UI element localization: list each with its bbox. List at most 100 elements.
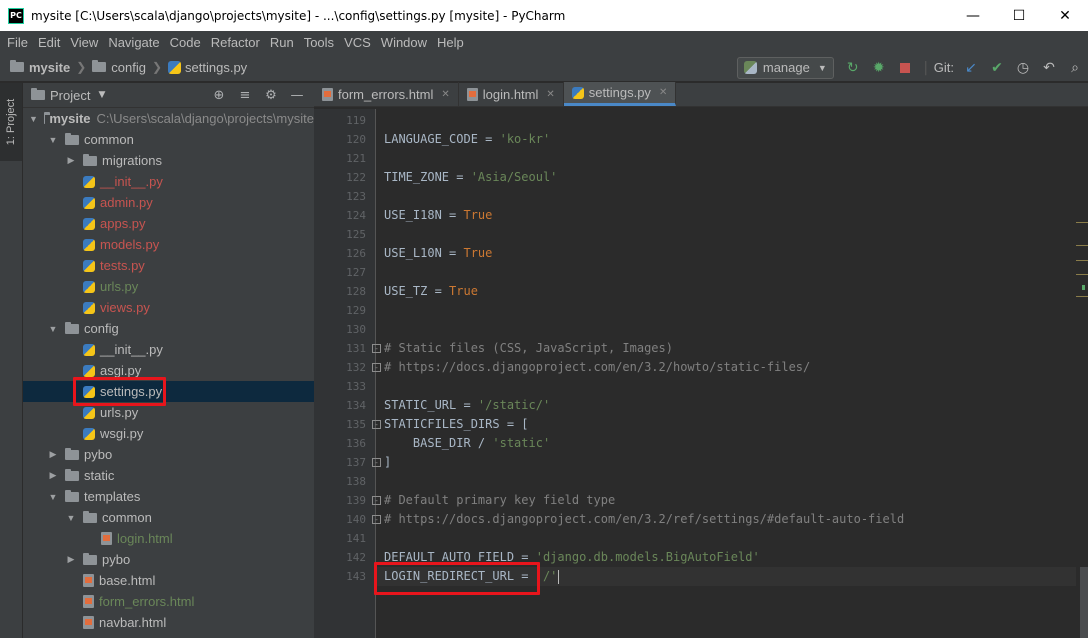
tree-item[interactable]: ▶ migrations — [23, 150, 314, 171]
rerun-icon[interactable]: ↻ — [840, 57, 866, 79]
tree-item[interactable]: __init__.py — [23, 339, 314, 360]
tree-item[interactable]: navbar.html — [23, 612, 314, 633]
tree-item[interactable]: asgi.py — [23, 360, 314, 381]
git-history-icon[interactable]: ◷ — [1010, 57, 1036, 79]
tree-item[interactable]: ▼ mysite C:\Users\scala\django\projects\my… — [23, 108, 314, 129]
chevron-down-icon[interactable]: ▼ — [47, 492, 59, 502]
menu-item-vcs[interactable]: VCS — [339, 35, 376, 50]
tree-item-label: mysite — [49, 111, 91, 126]
tree-item[interactable]: views.py — [23, 297, 314, 318]
python-file-icon — [571, 86, 584, 99]
chevron-down-icon[interactable]: ▼ — [47, 324, 59, 334]
html-file-icon — [466, 87, 478, 101]
tree-item[interactable]: settings.py — [23, 381, 314, 402]
menu-item-edit[interactable]: Edit — [33, 35, 65, 50]
git-update-icon[interactable]: ↙ — [958, 57, 984, 79]
chevron-down-icon[interactable]: ▼ — [47, 135, 59, 145]
tree-item[interactable]: urls.py — [23, 402, 314, 423]
search-icon[interactable]: ⌕ — [1062, 57, 1088, 79]
line-number: 133 — [346, 380, 366, 393]
menu-item-window[interactable]: Window — [376, 35, 432, 50]
tree-item-label: asgi.py — [100, 363, 142, 378]
tree-item[interactable]: ▶ pybo — [23, 549, 314, 570]
chevron-down-icon[interactable]: ▼ — [98, 90, 105, 100]
editor-tab[interactable]: form_errors.html ✕ — [314, 82, 459, 106]
breadcrumb-root[interactable]: mysite — [29, 60, 70, 75]
code-token: True — [449, 284, 478, 298]
tree-item[interactable]: form_errors.html — [23, 591, 314, 612]
tree-item[interactable]: ▼ config — [23, 318, 314, 339]
code-token: 'Asia/Seoul' — [470, 170, 558, 184]
maximize-button[interactable]: ☐ — [996, 0, 1042, 31]
chevron-right-icon[interactable]: ▶ — [47, 449, 59, 460]
locate-icon[interactable]: ⊕ — [206, 88, 232, 103]
code-line: # Default primary key field type — [384, 493, 615, 507]
project-tool-tab[interactable]: 1: Project — [0, 83, 22, 161]
editor-tab[interactable]: login.html ✕ — [459, 82, 564, 106]
run-config-select[interactable]: manage ▼ — [736, 56, 834, 79]
tree-item[interactable]: ▼ templates — [23, 486, 314, 507]
python-file-icon — [83, 238, 95, 251]
git-commit-icon[interactable]: ✔ — [984, 57, 1010, 79]
chevron-down-icon[interactable]: ▼ — [65, 513, 77, 523]
tree-item[interactable]: login.html — [23, 528, 314, 549]
close-button[interactable]: ✕ — [1042, 0, 1088, 31]
collapse-all-icon[interactable]: ≡ — [232, 88, 258, 103]
chevron-right-icon[interactable]: ▶ — [65, 554, 77, 565]
hide-panel-icon[interactable]: — — [284, 88, 310, 103]
menu-item-code[interactable]: Code — [165, 35, 206, 50]
gear-icon[interactable]: ⚙ — [258, 88, 284, 103]
code-line: USE_L10N = True — [384, 246, 492, 260]
line-number: 134 — [346, 399, 366, 412]
git-rollback-icon[interactable]: ↶ — [1036, 57, 1062, 79]
tree-item[interactable]: ▶ pybo — [23, 444, 314, 465]
tree-item-label: tests.py — [100, 258, 145, 273]
breadcrumb-folder[interactable]: config — [111, 60, 146, 75]
close-tab-icon[interactable]: ✕ — [441, 89, 449, 100]
code-token: 'static' — [492, 436, 551, 450]
debug-icon[interactable]: ✹ — [866, 57, 892, 79]
menu-item-refactor[interactable]: Refactor — [206, 35, 265, 50]
project-panel-title[interactable]: Project — [50, 88, 90, 103]
code-area[interactable]: LANGUAGE_CODE = 'ko-kr' TIME_ZONE = 'Asia… — [376, 109, 1076, 638]
line-number: 135 — [346, 418, 366, 431]
chevron-right-icon[interactable]: ▶ — [65, 155, 77, 166]
tree-item[interactable]: tests.py — [23, 255, 314, 276]
menu-item-help[interactable]: Help — [432, 35, 469, 50]
close-tab-icon[interactable]: ✕ — [659, 87, 667, 98]
editor: form_errors.html ✕ login.html ✕ settings.py ✕… — [314, 82, 1088, 638]
chevron-down-icon[interactable]: ▼ — [29, 114, 38, 124]
menu-item-tools[interactable]: Tools — [299, 35, 339, 50]
editor-tab[interactable]: settings.py ✕ — [563, 82, 677, 106]
tree-item-label: pybo — [102, 552, 131, 567]
tree-item[interactable]: apps.py — [23, 213, 314, 234]
minimize-button[interactable]: — — [950, 0, 996, 31]
close-tab-icon[interactable]: ✕ — [546, 89, 554, 100]
tree-item[interactable]: models.py — [23, 234, 314, 255]
menu-item-navigate[interactable]: Navigate — [103, 35, 164, 50]
tree-item[interactable]: wsgi.py — [23, 423, 314, 444]
tree-item-label: models.py — [100, 237, 160, 252]
stop-icon[interactable] — [892, 57, 918, 79]
tree-item[interactable]: admin.py — [23, 192, 314, 213]
tree-item-label: base.html — [99, 573, 156, 588]
html-file-icon — [83, 574, 94, 587]
tree-item[interactable]: urls.py — [23, 276, 314, 297]
folder-icon — [65, 468, 79, 481]
error-stripe[interactable] — [1076, 109, 1088, 638]
tree-item[interactable]: ▼ common — [23, 129, 314, 150]
tree-item[interactable]: base.html — [23, 570, 314, 591]
menu-item-view[interactable]: View — [65, 35, 103, 50]
tree-item[interactable]: ▼ common — [23, 507, 314, 528]
folder-icon — [65, 321, 79, 334]
editor-tab-label: settings.py — [588, 85, 651, 100]
chevron-right-icon[interactable]: ▶ — [47, 470, 59, 481]
code-token: # Static files (CSS, JavaScript, Images) — [384, 341, 673, 355]
menu-item-file[interactable]: File — [2, 35, 33, 50]
tree-item[interactable]: __init__.py — [23, 171, 314, 192]
breadcrumb-file[interactable]: settings.py — [185, 60, 247, 75]
tree-item[interactable]: ▶ static — [23, 465, 314, 486]
menu-item-run[interactable]: Run — [265, 35, 299, 50]
line-number: 124 — [346, 209, 366, 222]
editor-tab-label: form_errors.html — [338, 86, 434, 102]
